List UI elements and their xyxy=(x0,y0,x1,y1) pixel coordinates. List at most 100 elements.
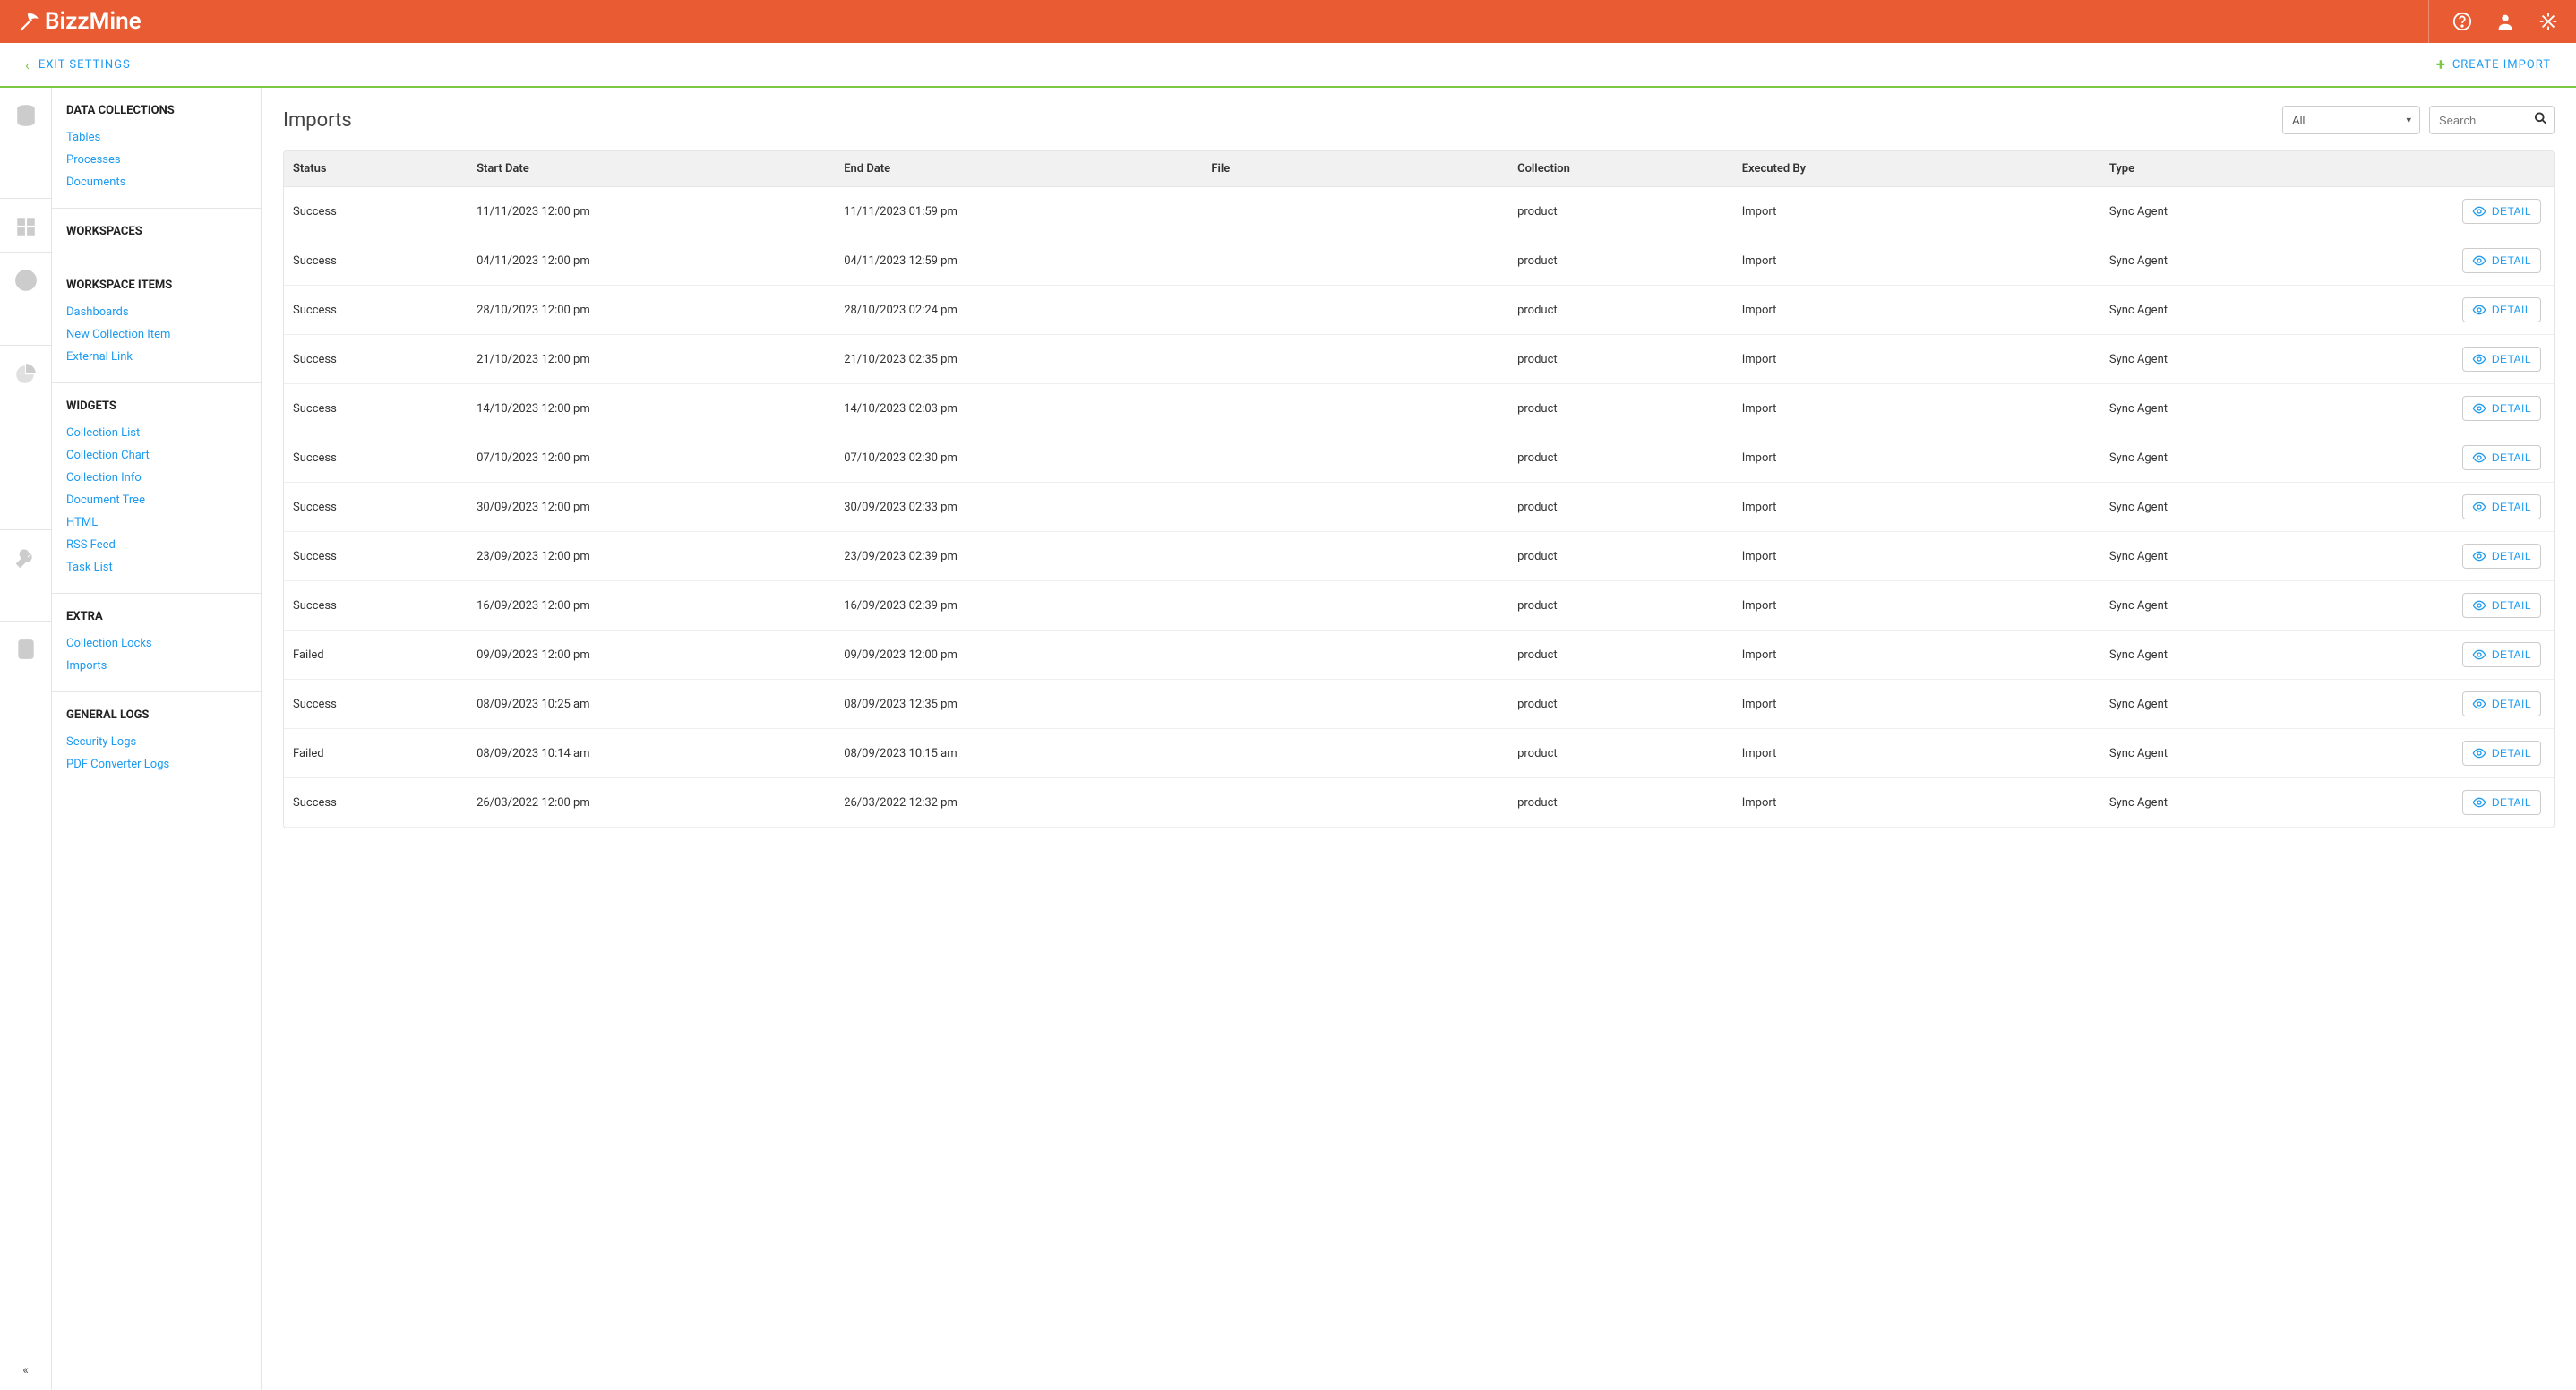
grid-icon xyxy=(14,215,38,238)
detail-button-label: DETAIL xyxy=(2492,796,2531,809)
detail-button[interactable]: DETAIL xyxy=(2462,347,2541,372)
detail-button[interactable]: DETAIL xyxy=(2462,544,2541,569)
detail-button[interactable]: DETAIL xyxy=(2462,297,2541,322)
rail-extra[interactable] xyxy=(0,530,51,622)
sidebar-link[interactable]: RSS Feed xyxy=(66,534,246,556)
cell-file xyxy=(1202,778,1508,828)
table-row: Failed09/09/2023 12:00 pm09/09/2023 12:0… xyxy=(284,631,2554,680)
detail-button[interactable]: DETAIL xyxy=(2462,199,2541,224)
col-file-header: File xyxy=(1202,151,1508,187)
detail-button[interactable]: DETAIL xyxy=(2462,248,2541,273)
cell-end: 04/11/2023 12:59 pm xyxy=(835,236,1202,286)
col-status-header: Status xyxy=(284,151,468,187)
cell-type: Sync Agent xyxy=(2100,729,2325,778)
cell-file xyxy=(1202,729,1508,778)
sidebar-section: WIDGETSCollection ListCollection ChartCo… xyxy=(52,383,261,594)
table-row: Success30/09/2023 12:00 pm30/09/2023 02:… xyxy=(284,483,2554,532)
table-row: Success08/09/2023 10:25 am08/09/2023 12:… xyxy=(284,680,2554,729)
detail-button[interactable]: DETAIL xyxy=(2462,445,2541,470)
collapse-rail-button[interactable]: « xyxy=(0,1363,51,1377)
cell-type: Sync Agent xyxy=(2100,433,2325,483)
rail-general-logs[interactable] xyxy=(0,622,51,693)
sidebar: DATA COLLECTIONSTablesProcessesDocuments… xyxy=(52,88,262,1390)
cell-file xyxy=(1202,483,1508,532)
sidebar-link[interactable]: Collection Locks xyxy=(66,632,246,655)
cell-start: 04/11/2023 12:00 pm xyxy=(468,236,835,286)
detail-button-label: DETAIL xyxy=(2492,353,2531,365)
eye-icon xyxy=(2472,746,2486,760)
sidebar-link[interactable]: Processes xyxy=(66,149,246,171)
sidebar-link[interactable]: Imports xyxy=(66,655,246,677)
create-import-link[interactable]: + CREATE IMPORT xyxy=(2436,56,2576,74)
cell-action: DETAIL xyxy=(2324,187,2554,236)
eye-icon xyxy=(2472,352,2486,366)
cell-type: Sync Agent xyxy=(2100,384,2325,433)
eye-icon xyxy=(2472,303,2486,317)
sidebar-link[interactable]: External Link xyxy=(66,346,246,368)
settings-icon[interactable] xyxy=(2538,12,2558,31)
cell-action: DETAIL xyxy=(2324,631,2554,680)
cell-type: Sync Agent xyxy=(2100,532,2325,581)
cell-collection: product xyxy=(1508,384,1733,433)
eye-icon xyxy=(2472,253,2486,268)
search-icon[interactable] xyxy=(2534,112,2547,129)
cell-file xyxy=(1202,286,1508,335)
help-icon[interactable] xyxy=(2452,12,2472,31)
detail-button[interactable]: DETAIL xyxy=(2462,741,2541,766)
imports-table: Status Start Date End Date File Collecti… xyxy=(284,151,2554,828)
cell-start: 23/09/2023 12:00 pm xyxy=(468,532,835,581)
rail-data-collections[interactable] xyxy=(0,88,51,199)
sidebar-link[interactable]: HTML xyxy=(66,511,246,534)
sidebar-link[interactable]: Task List xyxy=(66,556,246,579)
eye-icon xyxy=(2472,549,2486,563)
cell-executed_by: Import xyxy=(1733,187,2100,236)
detail-button-label: DETAIL xyxy=(2492,550,2531,562)
sidebar-link[interactable]: Documents xyxy=(66,171,246,193)
cell-action: DETAIL xyxy=(2324,384,2554,433)
exit-settings-label: EXIT SETTINGS xyxy=(39,58,131,72)
sidebar-link[interactable]: New Collection Item xyxy=(66,323,246,346)
user-icon[interactable] xyxy=(2495,12,2515,31)
table-row: Success04/11/2023 12:00 pm04/11/2023 12:… xyxy=(284,236,2554,286)
main-content: Imports All ▾ xyxy=(262,88,2576,1390)
sidebar-link[interactable]: Collection Info xyxy=(66,467,246,489)
pickaxe-icon xyxy=(18,10,41,33)
sidebar-link[interactable]: Document Tree xyxy=(66,489,246,511)
database-icon xyxy=(14,104,38,127)
cell-collection: product xyxy=(1508,483,1733,532)
detail-button[interactable]: DETAIL xyxy=(2462,790,2541,815)
detail-button[interactable]: DETAIL xyxy=(2462,593,2541,618)
detail-button[interactable]: DETAIL xyxy=(2462,691,2541,716)
cell-start: 07/10/2023 12:00 pm xyxy=(468,433,835,483)
exit-settings-link[interactable]: ‹ EXIT SETTINGS xyxy=(0,56,131,73)
cell-start: 08/09/2023 10:14 am xyxy=(468,729,835,778)
cell-file xyxy=(1202,187,1508,236)
rail-widgets[interactable] xyxy=(0,346,51,530)
cell-status: Success xyxy=(284,187,468,236)
detail-button[interactable]: DETAIL xyxy=(2462,642,2541,667)
sidebar-link[interactable]: Dashboards xyxy=(66,301,246,323)
sidebar-link[interactable]: Collection List xyxy=(66,422,246,444)
topbar: BizzMine xyxy=(0,0,2576,43)
subheader: ‹ EXIT SETTINGS + CREATE IMPORT xyxy=(0,43,2576,88)
brand-logo[interactable]: BizzMine xyxy=(18,8,142,35)
col-end-header: End Date xyxy=(835,151,1202,187)
status-filter-select[interactable]: All xyxy=(2282,106,2420,134)
detail-button-label: DETAIL xyxy=(2492,304,2531,316)
detail-button-label: DETAIL xyxy=(2492,747,2531,759)
cell-action: DETAIL xyxy=(2324,483,2554,532)
cell-type: Sync Agent xyxy=(2100,335,2325,384)
rail-workspace-items[interactable] xyxy=(0,253,51,346)
cell-start: 26/03/2022 12:00 pm xyxy=(468,778,835,828)
cell-action: DETAIL xyxy=(2324,286,2554,335)
sidebar-link[interactable]: Security Logs xyxy=(66,731,246,753)
sidebar-link[interactable]: Collection Chart xyxy=(66,444,246,467)
filters: All ▾ xyxy=(2282,106,2555,134)
detail-button[interactable]: DETAIL xyxy=(2462,494,2541,519)
sidebar-link[interactable]: PDF Converter Logs xyxy=(66,753,246,776)
sidebar-link[interactable]: Tables xyxy=(66,126,246,149)
detail-button[interactable]: DETAIL xyxy=(2462,396,2541,421)
rail-workspaces[interactable] xyxy=(0,199,51,253)
layout: « DATA COLLECTIONSTablesProcessesDocumen… xyxy=(0,88,2576,1390)
table-row: Success21/10/2023 12:00 pm21/10/2023 02:… xyxy=(284,335,2554,384)
